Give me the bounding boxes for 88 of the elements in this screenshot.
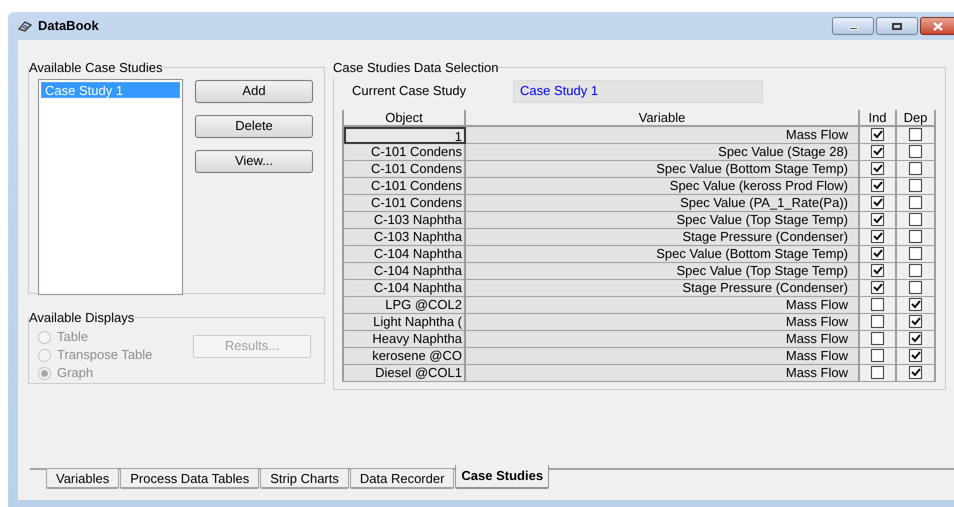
- minimize-button[interactable]: [832, 17, 874, 35]
- table-cell: Spec Value (keross Prod Flow): [466, 178, 860, 194]
- table-cell: Mass Flow: [466, 314, 860, 330]
- table-cell: Stage Pressure (Condenser): [466, 280, 860, 296]
- table-cell[interactable]: Heavy Naphtha: [344, 330, 466, 348]
- action-button[interactable]: Delete: [195, 114, 313, 138]
- checkbox[interactable]: [871, 196, 884, 209]
- table-cell: Stage Pressure (Condenser): [466, 228, 860, 246]
- checkbox[interactable]: [909, 128, 922, 141]
- group-title: Available Case Studies: [29, 59, 162, 77]
- table-cell[interactable]: 1: [344, 126, 466, 144]
- tab[interactable]: Process Data Tables: [120, 469, 260, 489]
- checkbox[interactable]: [909, 298, 922, 311]
- close-icon: [932, 22, 942, 30]
- table-cell[interactable]: C-103 Naphtha: [344, 228, 466, 246]
- group-title: Available Displays: [29, 309, 134, 327]
- checkbox[interactable]: [909, 315, 922, 328]
- checkbox[interactable]: [871, 281, 884, 294]
- column-header[interactable]: Object: [344, 110, 466, 126]
- checkbox[interactable]: [871, 298, 884, 311]
- checkbox[interactable]: [871, 213, 884, 226]
- table-cell: Spec Value (Bottom Stage Temp): [466, 246, 860, 262]
- maximize-button[interactable]: [876, 17, 918, 35]
- checkbox[interactable]: [909, 145, 922, 158]
- tab[interactable]: Strip Charts: [260, 469, 349, 489]
- table-cell: Mass Flow: [466, 348, 860, 364]
- table-cell[interactable]: C-103 Naphtha: [344, 212, 466, 228]
- tab[interactable]: Data Recorder: [350, 469, 454, 489]
- checkbox[interactable]: [909, 230, 922, 243]
- table-cell[interactable]: C-104 Naphtha: [344, 280, 466, 296]
- checkbox[interactable]: [871, 162, 884, 175]
- checkbox[interactable]: [909, 332, 922, 345]
- checkbox[interactable]: [909, 179, 922, 192]
- field-label: Current Case Study: [351, 82, 468, 100]
- checkbox[interactable]: [871, 315, 884, 328]
- window-title: DataBook: [38, 17, 99, 36]
- checkbox[interactable]: [871, 145, 884, 158]
- column-header[interactable]: Dep: [897, 110, 936, 126]
- checkbox[interactable]: [909, 213, 922, 226]
- tab[interactable]: Case Studies: [455, 465, 550, 489]
- checkbox[interactable]: [871, 128, 884, 141]
- checkbox[interactable]: [871, 349, 884, 362]
- tab[interactable]: Variables: [46, 469, 120, 489]
- column-header[interactable]: Variable: [466, 110, 860, 126]
- table-cell[interactable]: C-101 Condens: [344, 160, 466, 178]
- checkbox[interactable]: [909, 281, 922, 294]
- table-cell: Mass Flow: [466, 330, 860, 348]
- checkbox[interactable]: [909, 264, 922, 277]
- checkbox[interactable]: [871, 366, 884, 379]
- table-cell[interactable]: LPG @COL2: [344, 296, 466, 314]
- radio-label: Graph: [57, 364, 94, 382]
- table-cell: Mass Flow: [466, 296, 860, 314]
- checkbox[interactable]: [909, 349, 922, 362]
- table-cell[interactable]: C-104 Naphtha: [344, 246, 466, 262]
- table-cell[interactable]: Diesel @COL1: [344, 364, 466, 382]
- table-cell: Spec Value (PA_1_Rate(Pa)): [466, 194, 860, 212]
- table-cell: Spec Value (Top Stage Temp): [466, 212, 860, 228]
- table-cell[interactable]: C-101 Condens: [344, 194, 466, 212]
- column-header[interactable]: Ind: [860, 110, 897, 126]
- app-icon: [18, 20, 32, 32]
- minimize-icon: [848, 27, 858, 30]
- table-cell[interactable]: kerosene @CO: [344, 348, 466, 364]
- table-cell[interactable]: C-101 Condens: [344, 144, 466, 160]
- maximize-icon: [892, 22, 902, 30]
- table-cell: Mass Flow: [466, 364, 860, 382]
- action-button[interactable]: View...: [195, 150, 313, 172]
- checkbox[interactable]: [909, 162, 922, 175]
- checkbox[interactable]: [871, 264, 884, 277]
- checkbox[interactable]: [871, 179, 884, 192]
- checkbox[interactable]: [909, 247, 922, 260]
- table-cell[interactable]: C-104 Naphtha: [344, 262, 466, 280]
- checkbox[interactable]: [871, 230, 884, 243]
- checkbox[interactable]: [871, 247, 884, 260]
- radio-label: Transpose Table: [57, 346, 152, 364]
- close-button[interactable]: [920, 17, 954, 35]
- action-button[interactable]: Add: [195, 80, 313, 102]
- table-cell: Spec Value (Stage 28): [466, 144, 860, 160]
- table-cell[interactable]: C-101 Condens: [344, 178, 466, 194]
- current-case-study-field: Case Study 1: [513, 80, 763, 102]
- checkbox[interactable]: [909, 196, 922, 209]
- checkbox[interactable]: [909, 366, 922, 379]
- table-cell[interactable]: Light Naphtha (: [344, 314, 466, 330]
- table-cell: Spec Value (Top Stage Temp): [466, 262, 860, 280]
- group-title: Case Studies Data Selection: [333, 59, 498, 77]
- checkbox[interactable]: [871, 332, 884, 345]
- radio-label: Table: [57, 328, 88, 346]
- table-cell: Mass Flow: [466, 126, 860, 144]
- table-cell: Spec Value (Bottom Stage Temp): [466, 160, 860, 178]
